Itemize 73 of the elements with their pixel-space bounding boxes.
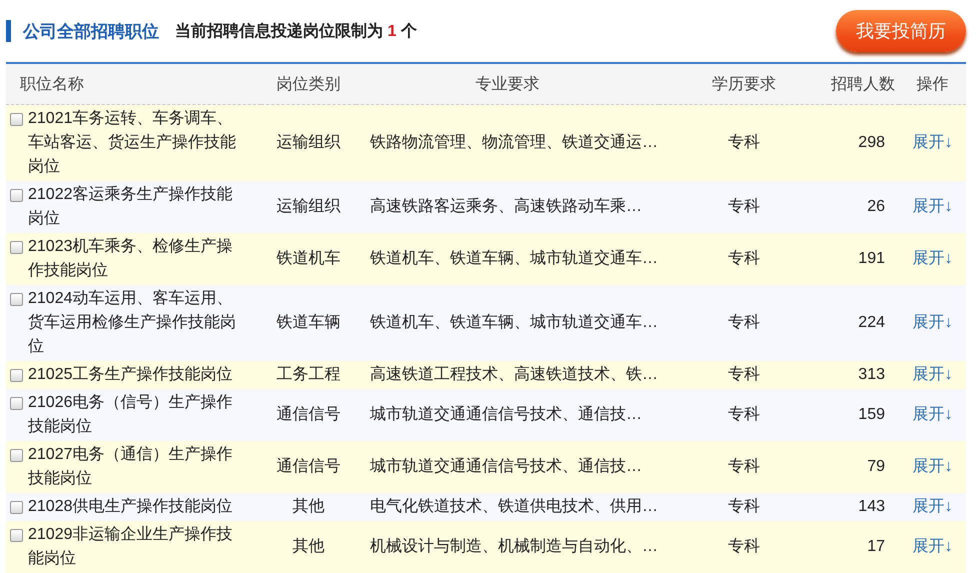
section-title: 公司全部招聘职位 — [23, 20, 159, 42]
column-header: 招聘人数 — [831, 76, 895, 92]
count-cell: 26 — [867, 198, 885, 215]
category-cell: 运输组织 — [276, 198, 340, 215]
major-cell: 铁路物流管理、物流管理、铁道交通运… — [370, 134, 658, 151]
education-cell: 专科 — [728, 366, 760, 383]
count-cell: 79 — [867, 458, 885, 475]
education-cell: 专科 — [728, 538, 760, 555]
row-checkbox[interactable] — [10, 529, 23, 542]
major-cell: 铁道机车、铁道车辆、城市轨道交通车… — [370, 250, 658, 267]
column-header: 学历要求 — [712, 76, 776, 92]
apply-resume-button[interactable]: 我要投简历 — [836, 10, 966, 52]
row-checkbox[interactable] — [10, 449, 23, 462]
position-name: 21029非运输企业生产操作技能岗位 — [28, 524, 234, 569]
expand-link[interactable]: 展开↓ — [912, 538, 952, 555]
expand-link[interactable]: 展开↓ — [912, 498, 952, 515]
major-cell: 高速铁路客运乘务、高速铁路动车乘… — [370, 198, 642, 215]
major-cell: 机械设计与制造、机械制造与自动化、… — [370, 538, 658, 555]
row-checkbox[interactable] — [10, 501, 23, 514]
expand-link[interactable]: 展开↓ — [912, 250, 952, 267]
count-cell: 298 — [858, 134, 885, 151]
category-cell: 铁道机车 — [276, 250, 340, 267]
position-name: 21027电务（通信）生产操作技能岗位 — [28, 444, 234, 489]
major-cell: 城市轨道交通通信信号技术、通信技… — [370, 406, 642, 423]
major-cell: 铁道机车、铁道车辆、城市轨道交通车… — [370, 314, 658, 331]
education-cell: 专科 — [728, 406, 760, 423]
position-name: 21022客运乘务生产操作技能岗位 — [28, 184, 234, 229]
education-cell: 专科 — [728, 498, 760, 515]
row-checkbox[interactable] — [10, 369, 23, 382]
education-cell: 专科 — [728, 250, 760, 267]
expand-link[interactable]: 展开↓ — [912, 198, 952, 215]
position-name: 21023机车乘务、检修生产操作技能岗位 — [28, 236, 234, 281]
count-cell: 313 — [858, 366, 885, 383]
column-header: 职位名称 — [20, 76, 84, 92]
column-header: 专业要求 — [476, 76, 540, 92]
position-name: 21024动车运用、客车运用、货车运用检修生产操作技能岗位 — [28, 288, 237, 357]
title-accent-bar — [6, 20, 11, 42]
count-cell: 17 — [867, 538, 885, 555]
expand-link[interactable]: 展开↓ — [912, 458, 952, 475]
count-cell: 191 — [858, 250, 885, 267]
education-cell: 专科 — [728, 458, 760, 475]
count-cell: 143 — [858, 498, 885, 515]
expand-link[interactable]: 展开↓ — [912, 366, 952, 383]
major-cell: 电气化铁道技术、铁道供电技术、供用… — [370, 498, 658, 515]
position-name: 21028供电生产操作技能岗位 — [28, 496, 234, 517]
column-header: 岗位类别 — [276, 76, 340, 92]
category-cell: 通信信号 — [276, 458, 340, 475]
education-cell: 专科 — [728, 198, 760, 215]
position-name: 21026电务（信号）生产操作技能岗位 — [28, 392, 234, 437]
education-cell: 专科 — [728, 134, 760, 151]
row-checkbox[interactable] — [10, 293, 23, 306]
expand-link[interactable]: 展开↓ — [912, 314, 952, 331]
position-name: 21021车务运转、车务调车、车站客运、货运生产操作技能岗位 — [28, 108, 237, 177]
position-name: 21025工务生产操作技能岗位 — [28, 364, 234, 385]
category-cell: 其他 — [292, 498, 324, 515]
count-cell: 224 — [858, 314, 885, 331]
category-cell: 其他 — [292, 538, 324, 555]
column-header: 操作 — [916, 76, 948, 92]
major-cell: 高速铁道工程技术、高速铁道技术、铁… — [370, 366, 658, 383]
row-checkbox[interactable] — [10, 189, 23, 202]
row-checkbox[interactable] — [10, 241, 23, 254]
expand-link[interactable]: 展开↓ — [912, 406, 952, 423]
category-cell: 铁道车辆 — [276, 314, 340, 331]
expand-link[interactable]: 展开↓ — [912, 134, 952, 151]
count-cell: 159 — [858, 406, 885, 423]
education-cell: 专科 — [728, 314, 760, 331]
notice-text: 当前招聘信息投递岗位限制为 1 个 — [175, 21, 417, 42]
row-checkbox[interactable] — [10, 113, 23, 126]
category-cell: 工务工程 — [276, 366, 340, 383]
category-cell: 通信信号 — [276, 406, 340, 423]
row-checkbox[interactable] — [10, 397, 23, 410]
major-cell: 城市轨道交通通信信号技术、通信技… — [370, 458, 642, 475]
category-cell: 运输组织 — [276, 134, 340, 151]
